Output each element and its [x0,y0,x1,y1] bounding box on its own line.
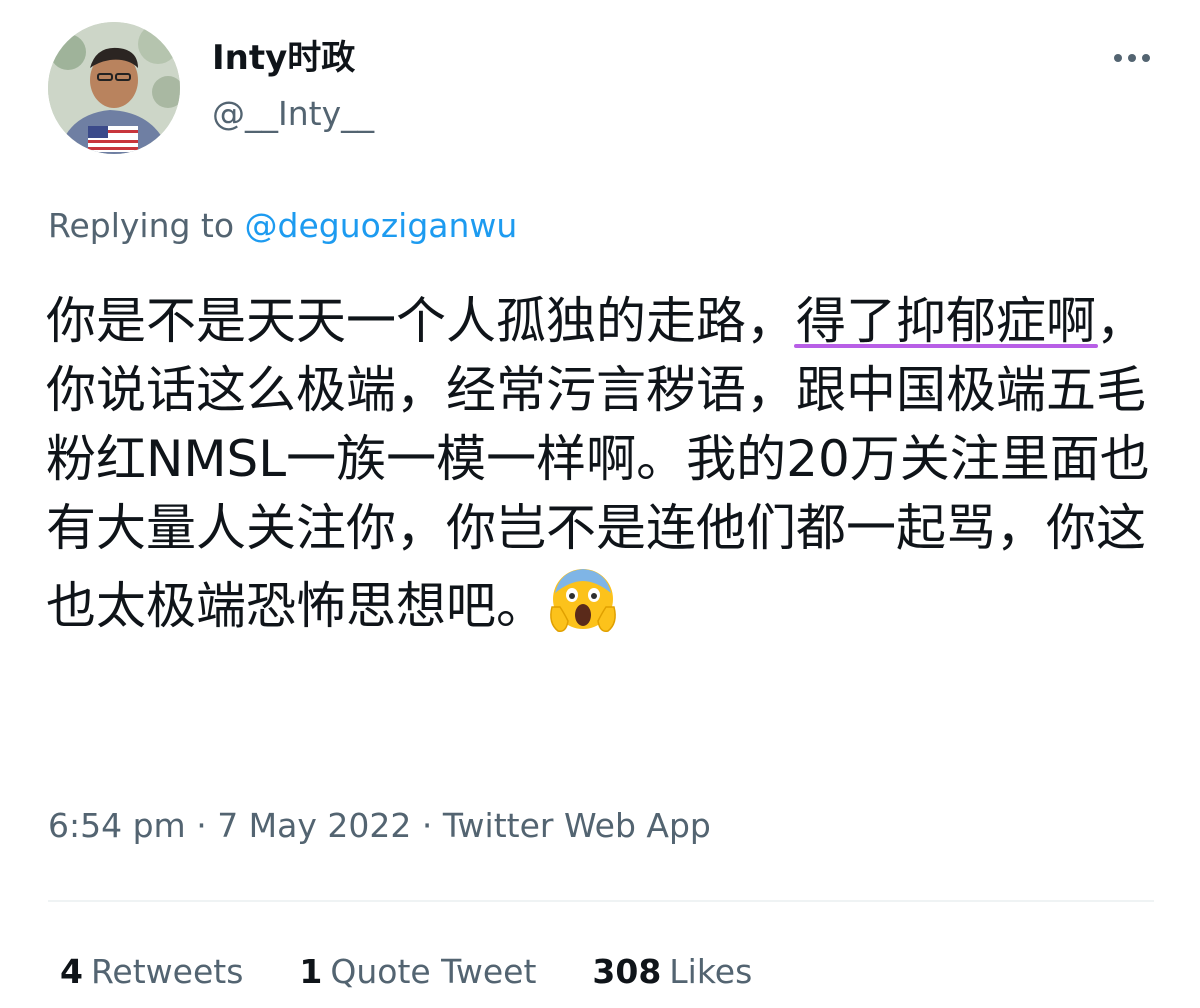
replying-to-line: Replying to @deguoziganwu [48,204,517,248]
tweet-text-part-1: 你是不是天天一个人孤独的走路， [46,292,796,350]
screaming-face-emoji-icon [546,563,620,637]
likes-count: 308 [592,952,662,991]
quotes-count: 1 [299,952,323,991]
replying-to-label: Replying to [48,206,245,245]
reply-mention-link[interactable]: @deguoziganwu [245,206,518,245]
user-handle[interactable]: @__Inty__ [212,92,374,136]
tweet-date[interactable]: 7 May 2022 [217,806,411,845]
tweet-time[interactable]: 6:54 pm [48,806,186,845]
meta-separator: · [185,806,218,845]
meta-separator: · [411,806,443,845]
retweets-count: 4 [60,952,83,991]
more-options-button[interactable] [1104,40,1160,80]
tweet-highlight-1: 得了 [796,292,896,350]
avatar[interactable] [48,22,180,154]
likes-label: Likes [669,952,753,991]
likes-stat[interactable]: 308 Likes [592,950,752,994]
divider [48,900,1154,902]
engagement-stats: 4 Retweets 1 Quote Tweet 308 Likes [60,950,752,994]
avatar-photo [48,22,180,154]
tweet-source[interactable]: Twitter Web App [443,806,711,845]
retweets-stat[interactable]: 4 Retweets [60,950,243,994]
quotes-label: Quote Tweet [330,952,537,991]
retweets-label: Retweets [90,952,244,991]
tweet-highlight-2: 抑郁症啊 [896,292,1096,350]
more-dots-icon [1114,54,1150,62]
tweet-meta: 6:54 pm · 7 May 2022 · Twitter Web App [48,804,711,848]
quote-tweets-stat[interactable]: 1 Quote Tweet [299,950,536,994]
display-name[interactable]: Inty时政 [212,36,355,80]
tweet-text: 你是不是天天一个人孤独的走路，得了抑郁症啊，你说话这么极端，经常污言秽语，跟中国… [46,287,1156,641]
